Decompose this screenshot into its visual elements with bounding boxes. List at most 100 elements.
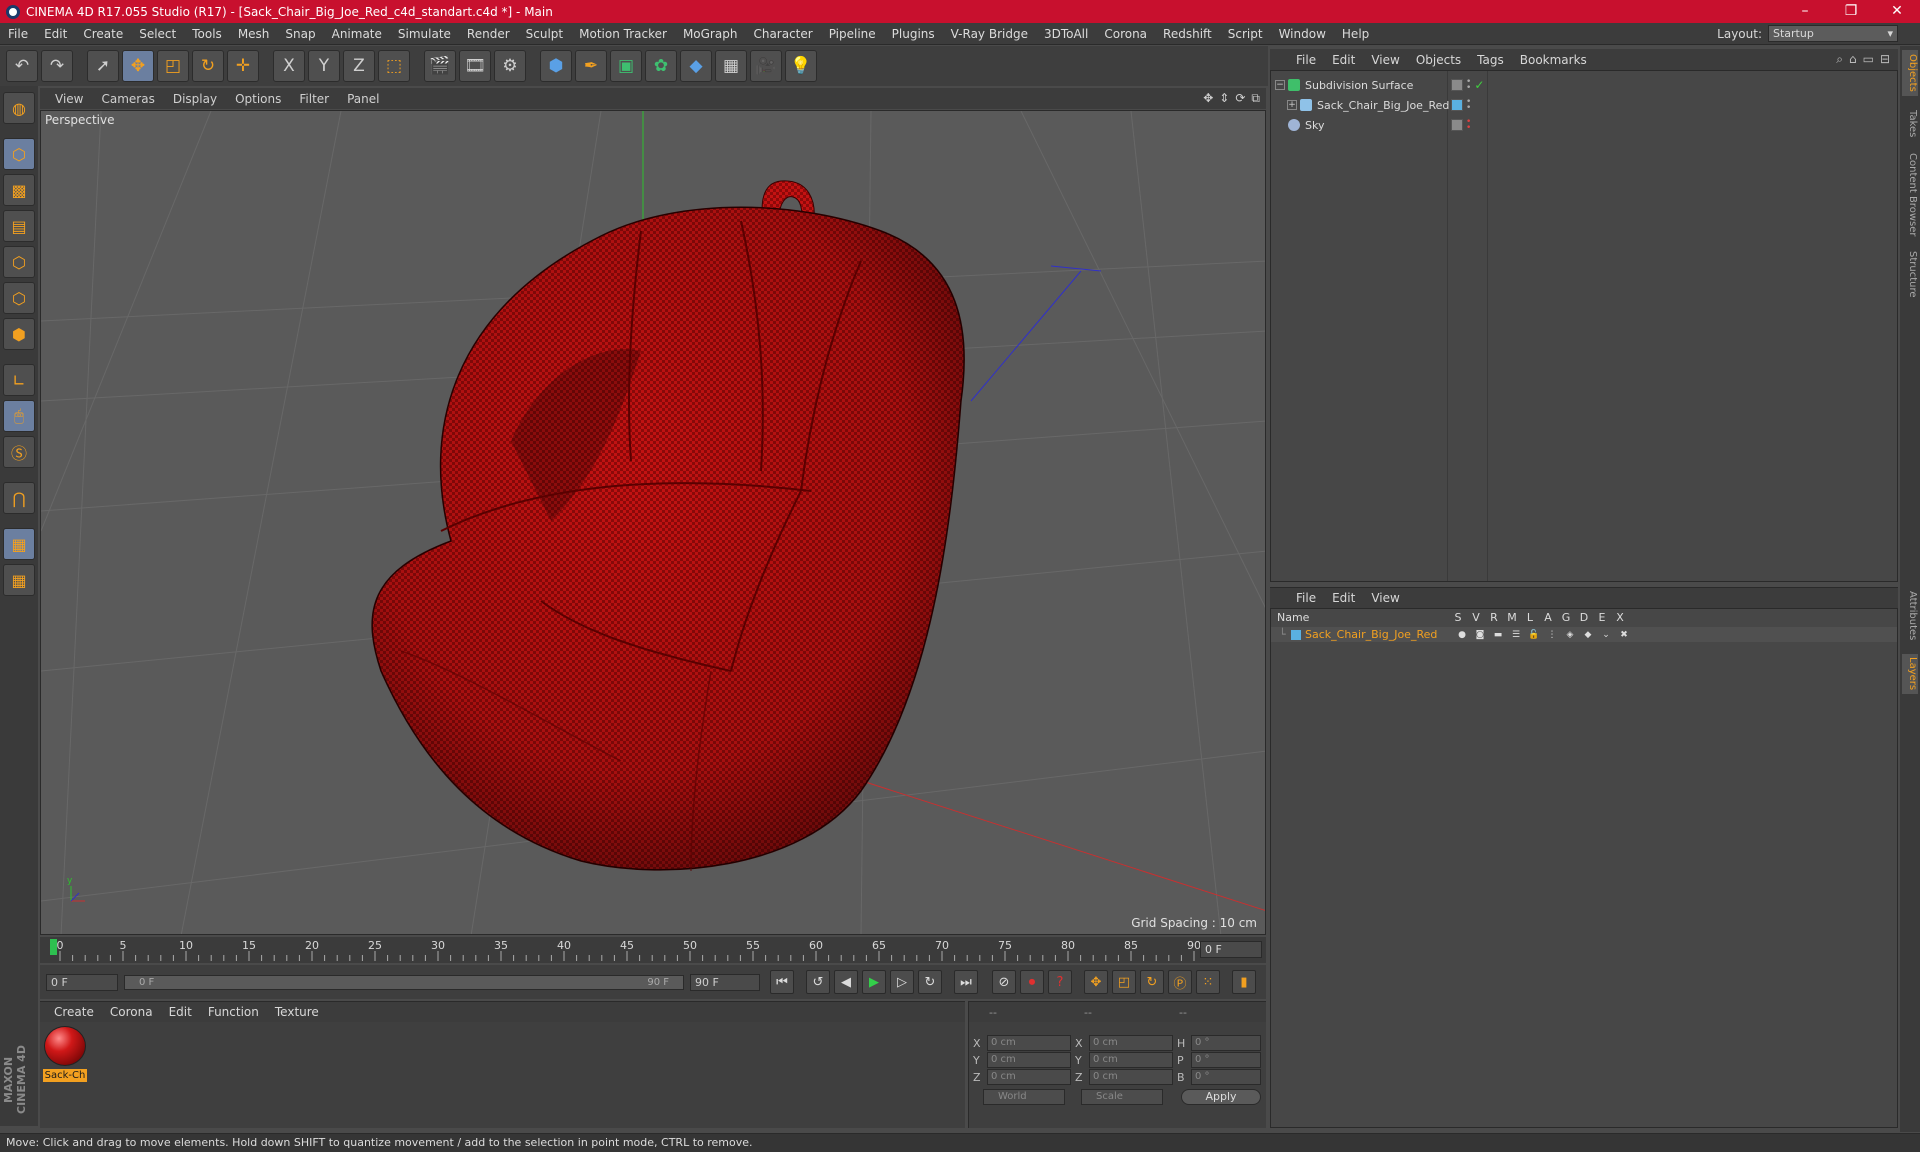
locked-workplane-button[interactable]: ▦ xyxy=(3,528,35,560)
layout-dropdown[interactable]: Startup xyxy=(1768,25,1898,42)
collapse-toggle-icon[interactable]: − xyxy=(1275,80,1285,90)
timeline-ruler[interactable]: 0 5 10 15 20 25 30 35 40 45 50 55 60 65 … xyxy=(40,937,1266,963)
xref-flag-icon[interactable]: ✖ xyxy=(1615,630,1633,640)
tab-layers[interactable]: Layers xyxy=(1902,654,1918,694)
model-mode-button[interactable]: ⬡ xyxy=(3,138,35,170)
minimize-button[interactable]: – xyxy=(1782,0,1828,23)
add-subdivision-button[interactable]: ▣ xyxy=(610,50,642,82)
go-to-start-button[interactable]: ⏮ xyxy=(770,970,794,994)
menu-tools[interactable]: Tools xyxy=(184,27,230,41)
move-tool-button[interactable]: ✥ xyxy=(122,50,154,82)
workplane-mode-button[interactable]: ▤ xyxy=(3,210,35,242)
viewport-menu-panel[interactable]: Panel xyxy=(338,92,388,106)
key-position-button[interactable]: ✥ xyxy=(1084,970,1108,994)
maximize-button[interactable]: ❐ xyxy=(1828,0,1874,23)
tab-content-browser[interactable]: Content Browser xyxy=(1902,150,1918,240)
make-editable-button[interactable]: ◍ xyxy=(3,92,35,124)
home-icon[interactable]: ⌂ xyxy=(1849,52,1857,67)
menu-motion-tracker[interactable]: Motion Tracker xyxy=(571,27,675,41)
y-axis-button[interactable]: Y xyxy=(308,50,340,82)
size-z-field[interactable]: 0 cm xyxy=(1089,1069,1173,1085)
add-floor-button[interactable]: ▦ xyxy=(715,50,747,82)
render-view-button[interactable]: 🎬 xyxy=(424,50,456,82)
end-frame-field[interactable]: 90 F xyxy=(690,973,760,991)
rotation-b-field[interactable]: 0 ° xyxy=(1191,1069,1261,1085)
undo-button[interactable]: ↶ xyxy=(6,50,38,82)
layer-row[interactable]: └ Sack_Chair_Big_Joe_Red ● ◙ ▬ ☰ 🔓 ⋮ ◈ ◆… xyxy=(1271,627,1897,642)
motion-record-button[interactable]: ⊘ xyxy=(992,970,1016,994)
menu-pipeline[interactable]: Pipeline xyxy=(821,27,884,41)
viewport-menu-cameras[interactable]: Cameras xyxy=(92,92,163,106)
material-swatch[interactable]: Sack-Ch xyxy=(43,1025,87,1082)
rotation-p-field[interactable]: 0 ° xyxy=(1191,1052,1261,1068)
scale-tool-button[interactable]: ◰ xyxy=(157,50,189,82)
menu-file[interactable]: File xyxy=(0,27,36,41)
deformer-flag-icon[interactable]: ◆ xyxy=(1579,630,1597,640)
position-y-field[interactable]: 0 cm xyxy=(987,1052,1071,1068)
add-array-button[interactable]: ✿ xyxy=(645,50,677,82)
previous-key-button[interactable]: ↺ xyxy=(806,970,830,994)
object-row[interactable]: Sky • • xyxy=(1271,115,1897,135)
previous-frame-button[interactable]: ◀ xyxy=(834,970,858,994)
animation-flag-icon[interactable]: ⋮ xyxy=(1543,630,1561,640)
menu-vray-bridge[interactable]: V-Ray Bridge xyxy=(943,27,1036,41)
object-row[interactable]: − Subdivision Surface • • ✓ xyxy=(1271,75,1897,95)
go-to-end-button[interactable]: ⏭ xyxy=(954,970,978,994)
add-deformer-button[interactable]: ◆ xyxy=(680,50,712,82)
position-x-field[interactable]: 0 cm xyxy=(987,1035,1071,1051)
layers-menu-edit[interactable]: Edit xyxy=(1324,591,1363,605)
play-button[interactable]: ▶ xyxy=(862,970,886,994)
menu-edit[interactable]: Edit xyxy=(36,27,75,41)
render-settings-button[interactable]: ⚙ xyxy=(494,50,526,82)
menu-simulate[interactable]: Simulate xyxy=(390,27,459,41)
key-parameter-button[interactable]: Ⓟ xyxy=(1168,970,1192,994)
add-light-button[interactable]: 💡 xyxy=(785,50,817,82)
add-camera-button[interactable]: 🎥 xyxy=(750,50,782,82)
apply-button[interactable]: Apply xyxy=(1181,1089,1261,1105)
collapse-icon[interactable]: ⊟ xyxy=(1880,52,1890,67)
material-menu-texture[interactable]: Texture xyxy=(267,1005,327,1019)
texture-mode-button[interactable]: ▩ xyxy=(3,174,35,206)
material-menu-corona[interactable]: Corona xyxy=(102,1005,161,1019)
layers-menu-view[interactable]: View xyxy=(1363,591,1407,605)
solo-flag-icon[interactable]: ● xyxy=(1453,630,1471,640)
visibility-dots-icon[interactable]: • • xyxy=(1466,118,1471,133)
timeline-window-button[interactable]: ▮ xyxy=(1232,970,1256,994)
lock-flag-icon[interactable]: 🔓 xyxy=(1525,630,1543,640)
objects-menu-bookmarks[interactable]: Bookmarks xyxy=(1512,53,1595,67)
recent-tool-button[interactable]: ✛ xyxy=(227,50,259,82)
tweak-mode-button[interactable]: 🖱 xyxy=(3,400,35,432)
view-flag-icon[interactable]: ◙ xyxy=(1471,630,1489,640)
material-menu-edit[interactable]: Edit xyxy=(161,1005,200,1019)
material-menu-create[interactable]: Create xyxy=(46,1005,102,1019)
menu-animate[interactable]: Animate xyxy=(324,27,390,41)
next-key-button[interactable]: ↻ xyxy=(918,970,942,994)
key-scale-button[interactable]: ◰ xyxy=(1112,970,1136,994)
dolly-view-icon[interactable]: ⇕ xyxy=(1219,91,1229,106)
size-y-field[interactable]: 0 cm xyxy=(1089,1052,1173,1068)
search-icon[interactable]: ⌕ xyxy=(1836,52,1843,67)
objects-menu-objects[interactable]: Objects xyxy=(1408,53,1469,67)
current-frame-field[interactable]: 0 F xyxy=(1200,941,1262,958)
size-x-field[interactable]: 0 cm xyxy=(1089,1035,1173,1051)
next-frame-button[interactable]: ▷ xyxy=(890,970,914,994)
key-pla-button[interactable]: ⁙ xyxy=(1196,970,1220,994)
menu-character[interactable]: Character xyxy=(745,27,820,41)
coordinate-system-button[interactable]: ⬚ xyxy=(378,50,410,82)
layer-name[interactable]: Sack_Chair_Big_Joe_Red xyxy=(1305,628,1453,641)
autokey-button[interactable]: ? xyxy=(1048,970,1072,994)
axis-mode-button[interactable]: ∟ xyxy=(3,364,35,396)
new-view-icon[interactable]: ▭ xyxy=(1863,52,1874,67)
rotate-tool-button[interactable]: ↻ xyxy=(192,50,224,82)
objects-menu-view[interactable]: View xyxy=(1363,53,1407,67)
menu-script[interactable]: Script xyxy=(1220,27,1271,41)
close-button[interactable]: ✕ xyxy=(1874,0,1920,23)
layers-menu-file[interactable]: File xyxy=(1288,591,1324,605)
enabled-check-icon[interactable]: ✓ xyxy=(1474,78,1484,92)
layer-color-swatch-icon[interactable] xyxy=(1291,629,1301,640)
planar-workplane-button[interactable]: ▦ xyxy=(3,564,35,596)
menu-corona[interactable]: Corona xyxy=(1096,27,1155,41)
objects-menu-file[interactable]: File xyxy=(1288,53,1324,67)
objects-menu-tags[interactable]: Tags xyxy=(1469,53,1512,67)
material-menu-function[interactable]: Function xyxy=(200,1005,267,1019)
